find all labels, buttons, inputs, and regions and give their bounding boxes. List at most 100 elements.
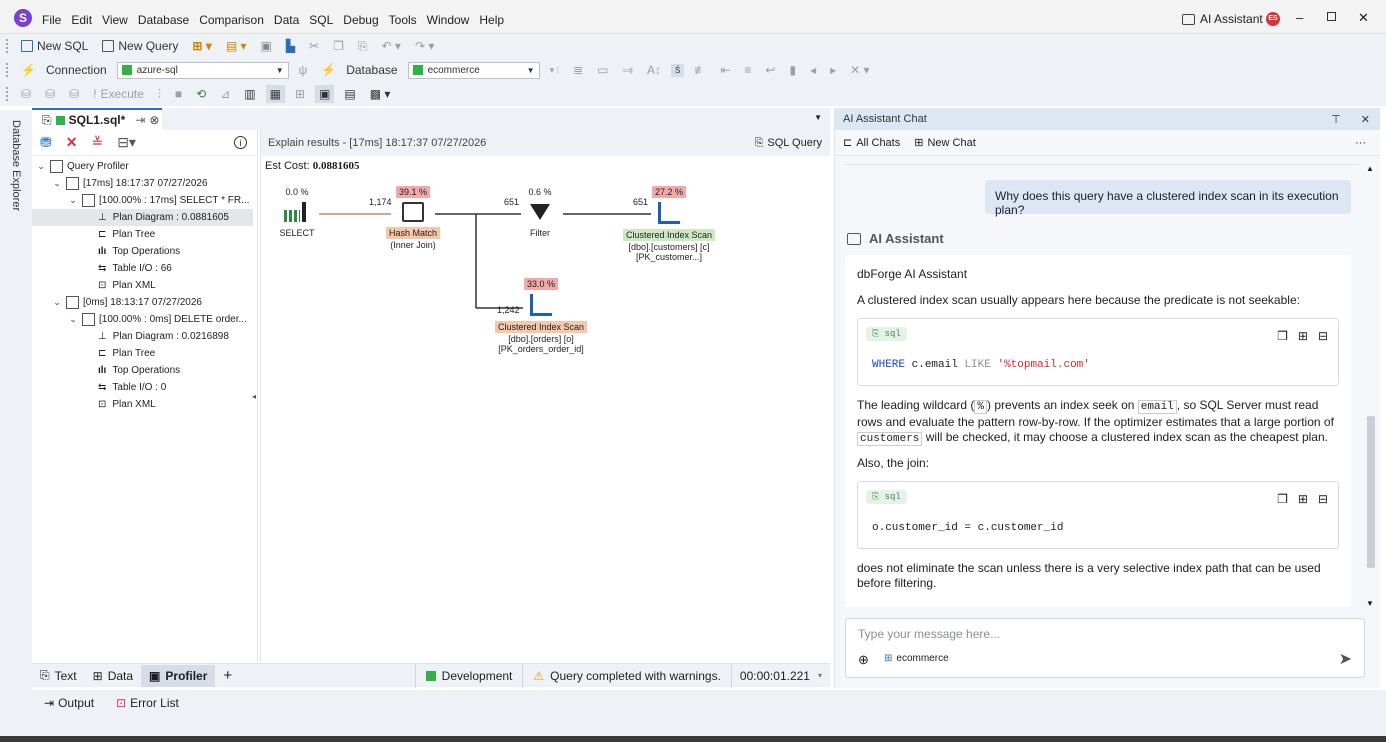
chevron-down-icon[interactable]: ⌄ [52, 297, 62, 308]
menu-tools[interactable]: Tools [389, 13, 417, 27]
plan-node-clustered-index-scan-orders[interactable]: 33.0 % Clustered Index Scan [dbo].[order… [491, 278, 591, 354]
open-in-editor-icon[interactable]: ⊟ [1318, 329, 1328, 343]
delete-icon[interactable]: ✕ [66, 134, 78, 151]
close-window-button[interactable]: ✕ [1358, 10, 1369, 26]
refresh-icon[interactable]: ⟲ [192, 85, 210, 103]
pin-icon[interactable]: ⊤ [1331, 113, 1341, 126]
grid-icon[interactable]: ⊞ [291, 85, 309, 103]
globe-icon[interactable]: ⊕ [858, 652, 869, 668]
bookmark-prev-icon[interactable]: ◂ [806, 61, 820, 79]
bookmark-next-icon[interactable]: ▸ [826, 61, 840, 79]
tree-table-io[interactable]: ⇆ Table I/O : 0 [32, 379, 257, 396]
tab-data[interactable]: ⊞ Data [85, 665, 141, 687]
tree-top-operations[interactable]: ılı Top Operations [32, 243, 257, 260]
tab-text[interactable]: ⎘ Text [32, 665, 85, 687]
insert-icon[interactable]: ⊞ [1298, 329, 1308, 343]
tab-profiler[interactable]: ▣ Profiler [141, 664, 216, 687]
close-panel-icon[interactable]: ✕ [1361, 113, 1370, 126]
bookmark-clear-icon[interactable]: ✕ ▾ [846, 61, 873, 79]
new-sql-button[interactable]: New SQL [17, 37, 92, 55]
info-icon[interactable]: i [234, 136, 247, 149]
align-icon[interactable]: ≡ [740, 61, 755, 79]
all-chats-button[interactable]: ⊏ All Chats [843, 136, 900, 150]
tree-table-io[interactable]: ⇆ Table I/O : 66 [32, 260, 257, 277]
wrap-icon[interactable]: ↩ [761, 61, 779, 79]
view-options-icon[interactable]: ⊟▾ [117, 134, 136, 151]
minimize-button[interactable]: – [1296, 10, 1303, 25]
connection-select[interactable]: azure-sql ▼ [116, 61, 289, 79]
chevron-down-icon[interactable]: ▾ [818, 671, 822, 680]
menu-view[interactable]: View [102, 13, 128, 27]
chat-scrollbar[interactable]: ▲ ▼ [1363, 158, 1377, 610]
close-tab-icon[interactable]: ⊗ [149, 113, 159, 127]
stop-icon[interactable]: ■ [171, 85, 186, 103]
outline-icon[interactable]: ≢ [690, 61, 710, 79]
open-file-button[interactable]: ▤ ▾ [222, 37, 251, 55]
chat-input-box[interactable]: Type your message here... ⊕ ⊞ ecommerce ➤ [845, 618, 1365, 678]
database2-icon[interactable]: ⛁ [41, 85, 59, 103]
tree-plan-tree[interactable]: ⊏ Plan Tree [32, 226, 257, 243]
tree-plan-diagram[interactable]: ⊥ Plan Diagram : 0.0881605 [32, 209, 253, 226]
export-icon[interactable]: ▤ [340, 85, 359, 103]
menu-database[interactable]: Database [138, 13, 189, 27]
results-icon[interactable]: ▥ [240, 85, 259, 103]
redo-icon[interactable]: ↷ ▾ [411, 37, 438, 55]
error-list-tab[interactable]: ⊡ Error List [116, 696, 179, 710]
plan-node-select[interactable]: 0.0 % SELECT [277, 186, 317, 238]
plan-node-clustered-index-scan-customers[interactable]: 27.2 % Clustered Index Scan [dbo].[custo… [619, 186, 719, 262]
format-icon[interactable]: ≣ [569, 61, 587, 79]
context-database[interactable]: ⊞ ecommerce [884, 653, 949, 664]
ai-assistant-button[interactable]: AI Assistant [1182, 12, 1263, 26]
cut-icon[interactable]: ✂ [305, 37, 323, 55]
scroll-thumb[interactable] [1367, 416, 1375, 568]
new-object-button[interactable]: ⊞ ▾ [188, 37, 215, 55]
undo-icon[interactable]: ↶ ▾ [378, 37, 405, 55]
open-in-editor-icon[interactable]: ⊟ [1318, 492, 1328, 506]
database3-icon[interactable]: ⛁ [65, 85, 83, 103]
tree-root[interactable]: ⌄ Query Profiler [32, 158, 257, 175]
scroll-down-icon[interactable]: ▼ [1366, 599, 1374, 608]
pin-icon[interactable]: ⇥ [135, 113, 145, 127]
image-icon[interactable]: ▣ [315, 85, 335, 103]
splitter-collapse-icon[interactable]: ◂ [252, 392, 256, 401]
tree-plan-tree[interactable]: ⊏ Plan Tree [32, 345, 257, 362]
avatar[interactable]: ES [1266, 12, 1280, 26]
insert-icon[interactable]: ⊞ [1298, 492, 1308, 506]
execute-button[interactable]: ! Execute [89, 85, 148, 103]
copy-icon[interactable]: ❐ [1277, 492, 1288, 506]
tree-plan-xml[interactable]: ⊡ Plan XML [32, 277, 257, 294]
add-tab-button[interactable]: + [215, 665, 240, 687]
tree-plan-xml[interactable]: ⊡ Plan XML [32, 396, 257, 413]
outdent-icon[interactable]: ⇤ [716, 61, 734, 79]
tree-plan-diagram[interactable]: ⊥ Plan Diagram : 0.0216898 [32, 328, 257, 345]
new-query-button[interactable]: New Query [98, 37, 182, 55]
chevron-down-icon[interactable]: ⌄ [68, 195, 78, 206]
menu-edit[interactable]: Edit [71, 13, 92, 27]
save-all-button[interactable]: ▙ [282, 37, 299, 55]
case-icon[interactable]: A↕ [643, 61, 665, 79]
send-icon[interactable]: ➤ [1339, 649, 1352, 669]
paste-icon[interactable]: ⎘ [354, 37, 372, 56]
plan-node-hash-match[interactable]: 39.1 % Hash Match (Inner Join) [379, 186, 447, 250]
bookmark-icon[interactable]: ▮ [785, 61, 800, 79]
tree-session[interactable]: ⌄ [0ms] 18:13:17 07/27/2026 [32, 294, 257, 311]
chevron-down-icon[interactable]: ⌄ [36, 161, 46, 172]
new-chat-button[interactable]: ⊞ New Chat [914, 136, 976, 150]
tab-list-dropdown-icon[interactable]: ▼ [814, 113, 822, 122]
compare-icon[interactable]: ≚ [91, 134, 103, 151]
database-icon[interactable]: ⛁ [17, 85, 35, 103]
indent-icon[interactable]: ⫥ [619, 61, 637, 80]
copy-icon[interactable]: ❐ [1277, 329, 1288, 343]
menu-debug[interactable]: Debug [343, 13, 378, 27]
database-select[interactable]: ecommerce ▼ [407, 61, 540, 79]
database-explorer-tab[interactable]: Database Explorer [0, 110, 32, 690]
copy-icon[interactable]: ❐ [329, 37, 348, 55]
tree-query[interactable]: ⌄ [100.00% : 17ms] SELECT * FR... [32, 192, 257, 209]
more-options-icon[interactable]: ··· [1355, 137, 1366, 149]
chevron-down-icon[interactable]: ⌄ [68, 314, 78, 325]
tree-session[interactable]: ⌄ [17ms] 18:17:37 07/27/2026 [32, 175, 257, 192]
menu-help[interactable]: Help [479, 13, 504, 27]
execute-step-icon[interactable]: ⫶ [154, 85, 165, 104]
sql-format-icon[interactable]: Ś [670, 63, 685, 77]
options-icon[interactable]: ▩ ▾ [366, 85, 395, 103]
